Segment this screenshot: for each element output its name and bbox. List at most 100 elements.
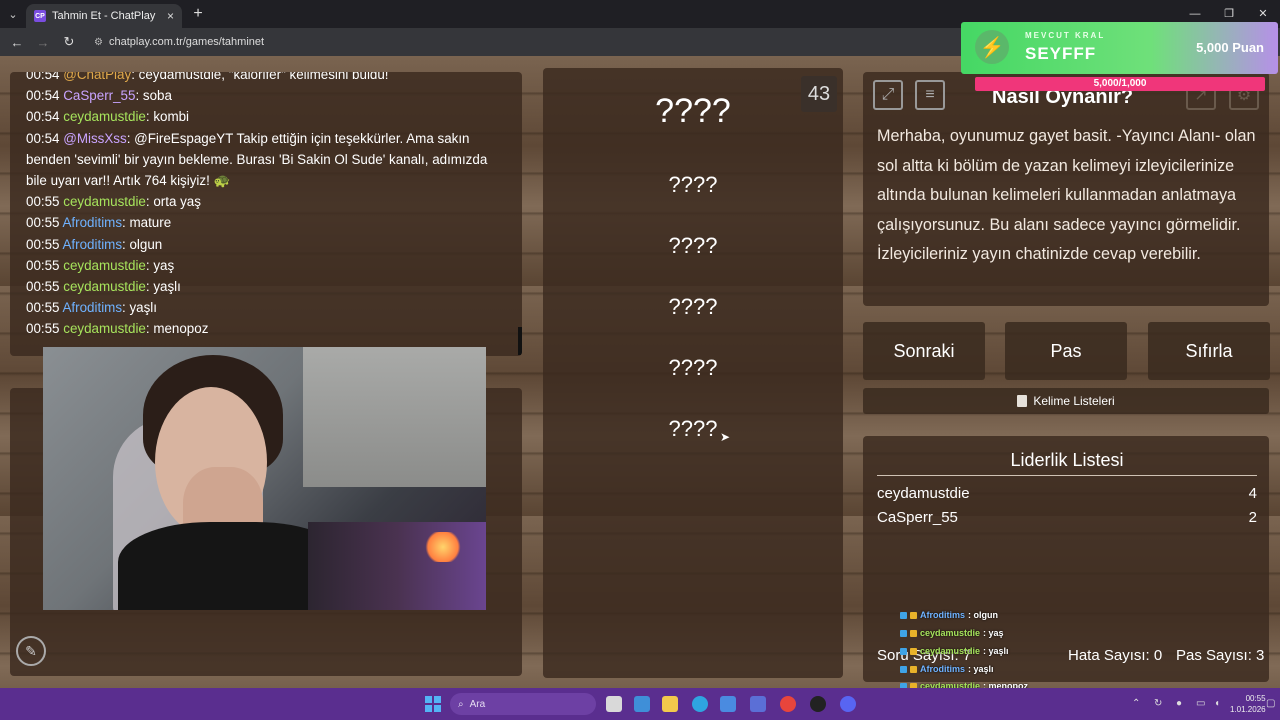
overlay-username: Afroditims: [920, 610, 965, 620]
url-field[interactable]: ⚙ chatplay.com.tr/games/tahminet: [94, 36, 264, 48]
chat-username[interactable]: ceydamustdie: [63, 194, 146, 209]
discord-icon[interactable]: [840, 696, 856, 712]
display-icon[interactable]: ▭: [1196, 698, 1205, 709]
chat-text: : menopoz: [145, 321, 209, 337]
overlay-username: ceydamustdie: [920, 646, 981, 656]
overlay-username: ceydamustdie: [920, 628, 981, 638]
chat-time: 00:54: [26, 88, 60, 104]
chat-username[interactable]: CaSperr_55: [63, 88, 135, 103]
document-icon[interactable]: ≡: [915, 80, 945, 110]
leaderboard-row: CaSperr_55 2: [877, 509, 1257, 526]
widgets-icon[interactable]: [634, 696, 650, 712]
chat-time: 00:55: [26, 300, 60, 316]
webcam-feed: [43, 347, 486, 610]
browser-tab[interactable]: CP Tahmin Et - ChatPlay ×: [26, 4, 182, 28]
chat-message: 00:54 CaSperr_55: soba: [26, 85, 506, 106]
chat-time: 00:55: [26, 194, 60, 210]
chat-time: 00:55: [26, 321, 60, 337]
king-points: 5,000 Puan: [1196, 40, 1264, 55]
king-progress-bar: 5,000/1,000: [975, 77, 1265, 91]
chat-message: 00:55 Afroditims: mature: [26, 212, 506, 233]
fullscreen-icon[interactable]: ⤢: [873, 80, 903, 110]
forbidden-word: ????: [668, 233, 718, 258]
site-favicon-icon: CP: [34, 10, 46, 22]
file-explorer-icon[interactable]: [662, 696, 678, 712]
overlay-text: : yaş: [983, 628, 1004, 638]
overlay-text: : olgun: [968, 610, 998, 620]
badge-icon: [910, 647, 917, 655]
task-view-icon[interactable]: [606, 696, 622, 712]
overlay-chat-line: ceydamustdie: yaş: [900, 628, 1004, 638]
overlay-text: : yaşlı: [968, 664, 994, 674]
chat-time: 00:54: [26, 130, 60, 146]
chat-username[interactable]: ceydamustdie: [63, 279, 146, 294]
obs-icon[interactable]: [810, 696, 826, 712]
badge-icon: [900, 647, 907, 655]
chat-time: 00:55: [26, 236, 60, 252]
tab-close-icon[interactable]: ×: [167, 9, 174, 23]
mail-icon[interactable]: [750, 696, 766, 712]
word-lists-label: Kelime Listeleri: [1033, 394, 1115, 408]
forward-arrow-icon[interactable]: →: [32, 35, 54, 50]
chat-time: 00:54: [26, 109, 60, 125]
pass-button[interactable]: Pas: [1005, 322, 1127, 380]
taskbar-search[interactable]: ⌕ Ara: [450, 693, 596, 715]
chat-username[interactable]: ceydamustdie: [63, 321, 146, 336]
search-placeholder: Ara: [469, 698, 486, 710]
mouse-cursor: ➤: [720, 430, 731, 444]
leaderboard-row: ceydamustdie 4: [877, 485, 1257, 502]
chat-message: 00:54 @ChatPlay: ceydamustdie, "kalorife…: [26, 72, 506, 85]
clock[interactable]: 00:55 1.01.2026: [1230, 693, 1266, 715]
leaderboard-name: CaSperr_55: [877, 509, 958, 526]
howto-text: Merhaba, oyunumuz gayet basit. -Yayıncı …: [877, 127, 1256, 264]
store-icon[interactable]: [720, 696, 736, 712]
chat-username[interactable]: Afroditims: [63, 237, 123, 252]
chat-text: : olgun: [122, 236, 163, 252]
badge-icon: [900, 629, 907, 637]
chat-panel: 00:54 @ChatPlay: ceydamustdie, "kalorife…: [10, 72, 522, 356]
chat-message: 00:54 @MissXss: @FireEspageYT Takip etti…: [26, 128, 506, 192]
chat-time: 00:55: [26, 257, 60, 273]
tab-search-icon[interactable]: ⌄: [0, 0, 26, 28]
chat-username[interactable]: ceydamustdie: [63, 258, 146, 273]
chat-message: 00:55 ceydamustdie: menopoz: [26, 318, 506, 339]
clock-date: 1.01.2026: [1230, 705, 1266, 714]
badge-icon: [910, 611, 917, 619]
notification-icon[interactable]: ▢: [1266, 698, 1275, 709]
reset-button[interactable]: Sıfırla: [1148, 322, 1270, 380]
volume-icon[interactable]: ◖: [1214, 698, 1220, 709]
next-button[interactable]: Sonraki: [863, 322, 985, 380]
chat-username[interactable]: ceydamustdie: [63, 109, 146, 124]
new-tab-button[interactable]: +: [186, 5, 210, 23]
chat-username[interactable]: @ChatPlay: [63, 72, 131, 82]
badge-icon: [900, 665, 907, 673]
chat-text: : mature: [122, 215, 172, 231]
pencil-icon[interactable]: ✎: [16, 636, 46, 666]
chat-text: : soba: [135, 88, 172, 104]
chat-text: : yaşlı: [122, 300, 158, 316]
leaderboard-title: Liderlik Listesi: [877, 450, 1257, 476]
tab-title: Tahmin Et - ChatPlay: [52, 10, 156, 22]
chrome-icon[interactable]: [780, 696, 796, 712]
windows-start-icon[interactable]: [425, 696, 441, 712]
overlay-chat-line: Afroditims: olgun: [900, 610, 998, 620]
url-text: chatplay.com.tr/games/tahminet: [108, 36, 265, 48]
word-lists-button[interactable]: Kelime Listeleri: [863, 388, 1269, 414]
site-info-icon[interactable]: ⚙: [94, 37, 103, 48]
chat-text: : yaşlı: [145, 279, 181, 295]
reload-icon[interactable]: ↻: [58, 34, 80, 50]
overlay-text: : yaşlı: [983, 646, 1009, 656]
sync-icon[interactable]: ↻: [1154, 698, 1162, 709]
mic-icon[interactable]: ●: [1176, 698, 1182, 709]
back-arrow-icon[interactable]: ←: [6, 35, 28, 50]
chat-username[interactable]: Afroditims: [63, 215, 123, 230]
chat-username[interactable]: @MissXss: [63, 131, 126, 146]
badge-icon: [900, 611, 907, 619]
overlay-chat-line: ceydamustdie: yaşlı: [900, 646, 1009, 656]
chat-text: : ceydamustdie, "kalorifer" kelimesini b…: [131, 72, 389, 82]
edge-icon[interactable]: [692, 696, 708, 712]
tray-chevron-icon[interactable]: ⌃: [1132, 698, 1140, 709]
chat-username[interactable]: Afroditims: [63, 300, 123, 315]
badge-icon: [910, 629, 917, 637]
chat-scrollbar[interactable]: [518, 327, 522, 355]
